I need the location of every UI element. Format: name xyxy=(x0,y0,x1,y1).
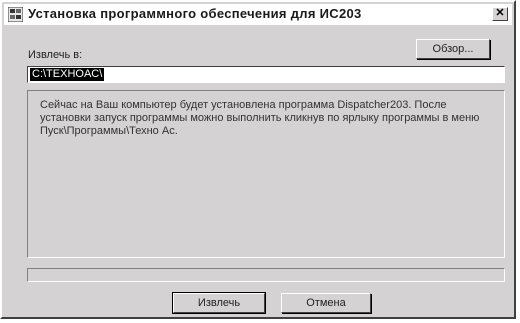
installer-dialog: Установка программного обеспечения для И… xyxy=(0,0,516,319)
extract-path-value: C:\TEXHOAC\ xyxy=(30,68,105,81)
install-message: Сейчас на Ваш компьютер будет установлен… xyxy=(40,99,480,137)
close-button[interactable]: ✕ xyxy=(492,7,508,21)
installer-app-icon xyxy=(7,6,24,23)
close-icon: ✕ xyxy=(495,7,505,19)
window-title: Установка программного обеспечения для И… xyxy=(28,6,362,21)
extract-to-label: Извлечь в: xyxy=(28,49,83,61)
extract-path-input[interactable]: C:\TEXHOAC\ xyxy=(27,66,505,83)
cancel-button[interactable]: Отмена xyxy=(281,293,371,313)
progress-bar xyxy=(27,268,505,282)
title-bar: Установка программного обеспечения для И… xyxy=(4,4,512,25)
message-panel: Сейчас на Ваш компьютер будет установлен… xyxy=(27,90,505,258)
extract-button[interactable]: Извлечь xyxy=(173,293,265,313)
browse-button[interactable]: Обзор... xyxy=(416,39,490,59)
